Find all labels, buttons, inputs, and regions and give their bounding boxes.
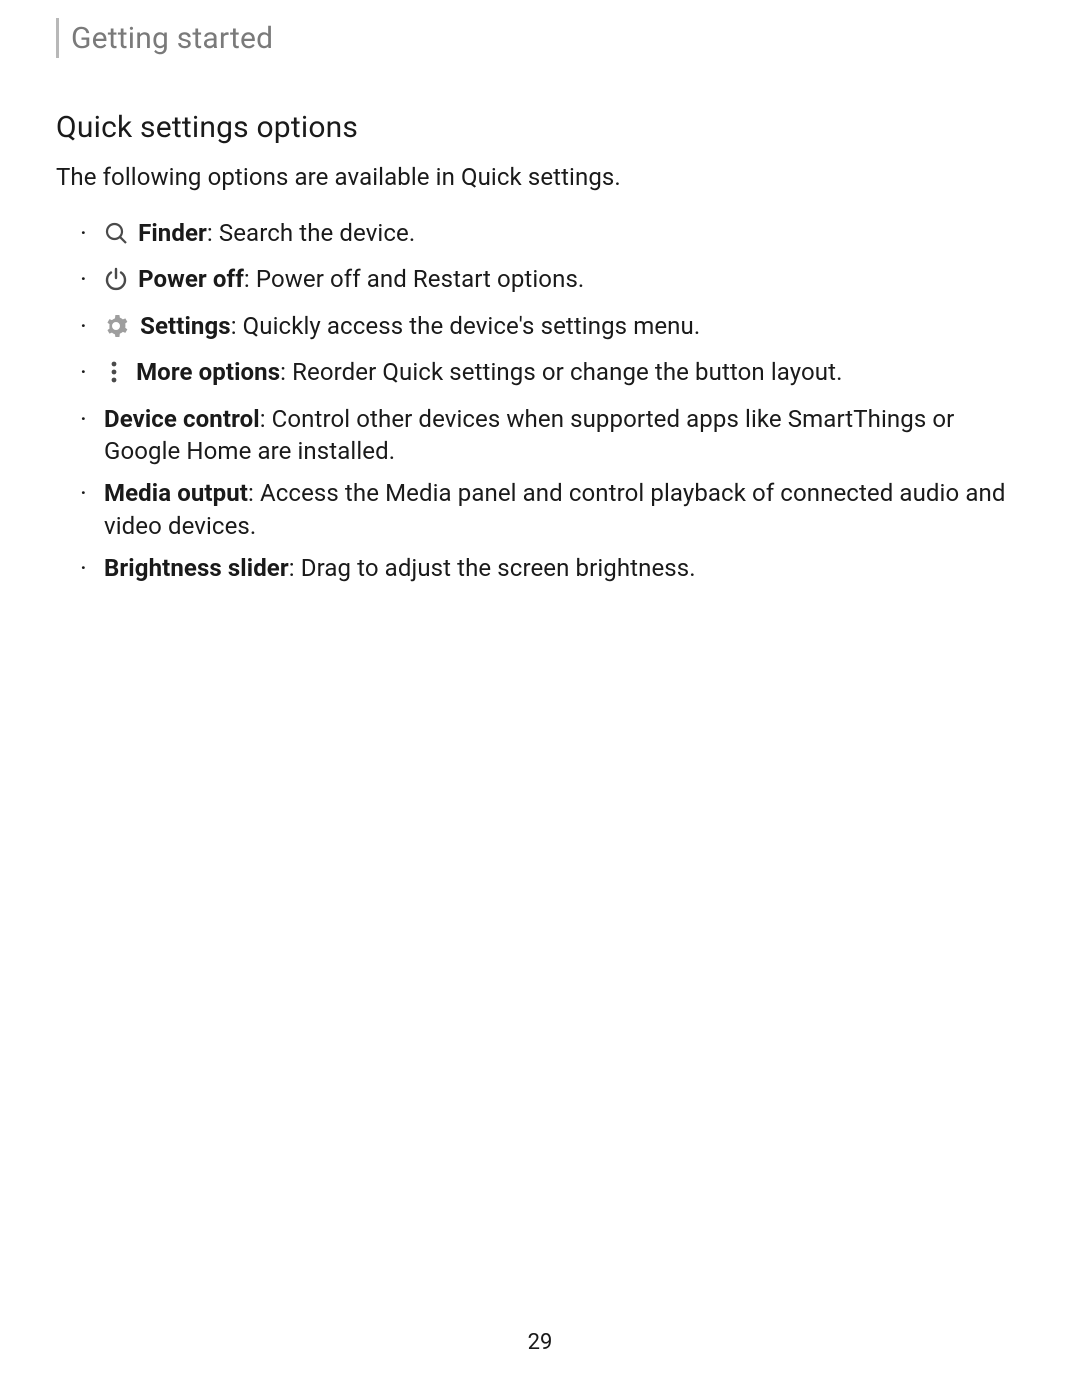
item-label: Media output: [104, 479, 248, 507]
item-label: Settings: [140, 312, 231, 340]
item-desc: : Drag to adjust the screen brightness.: [289, 554, 696, 582]
list-item: Brightness slider: Drag to adjust the sc…: [84, 552, 1020, 584]
item-label: Device control: [104, 405, 260, 433]
list-item: Settings: Quickly access the device's se…: [84, 310, 1020, 346]
list-item: More options: Reorder Quick settings or …: [84, 356, 1020, 392]
list-item: Power off: Power off and Restart options…: [84, 263, 1020, 299]
gear-icon: [104, 314, 128, 346]
header-title: Getting started: [71, 21, 273, 56]
section-intro: The following options are available in Q…: [56, 163, 1020, 191]
list-item: Finder: Search the device.: [84, 217, 1020, 253]
item-desc: : Reorder Quick settings or change the b…: [280, 358, 842, 386]
item-label: Power off: [138, 265, 244, 293]
page-number: 29: [0, 1330, 1080, 1355]
item-desc: : Power off and Restart options.: [244, 265, 584, 293]
item-label: Finder: [138, 219, 207, 247]
list-item: Media output: Access the Media panel and…: [84, 477, 1020, 542]
item-desc: : Search the device.: [207, 219, 415, 247]
item-desc: : Quickly access the device's settings m…: [231, 312, 701, 340]
list-item: Device control: Control other devices wh…: [84, 403, 1020, 468]
page-header: Getting started: [56, 18, 1020, 58]
options-list: Finder: Search the device. Power off: Po…: [56, 217, 1020, 585]
search-icon: [104, 221, 128, 253]
item-label: Brightness slider: [104, 554, 289, 582]
power-icon: [104, 267, 128, 299]
item-label: More options: [136, 358, 280, 386]
section-title: Quick settings options: [56, 110, 1020, 145]
more-icon: [104, 360, 124, 392]
